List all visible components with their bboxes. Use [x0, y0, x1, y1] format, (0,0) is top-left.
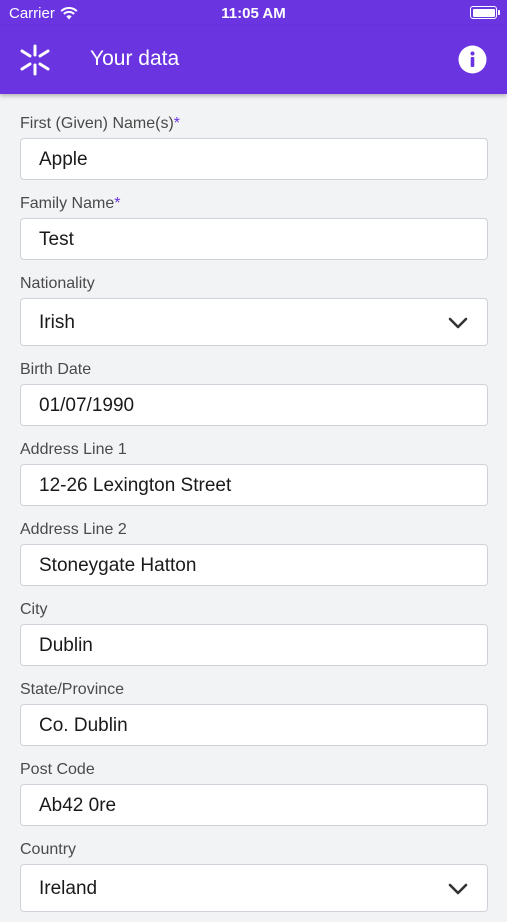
post-code-value: Ab42 0re — [39, 795, 117, 816]
address-line-2-label: Address Line 2 — [20, 521, 127, 538]
address-line-1-field[interactable]: 12-26 Lexington Street — [20, 464, 488, 506]
status-bar: Carrier 11:05 AM — [0, 0, 507, 26]
address-line-2-field[interactable]: Stoneygate Hatton — [20, 544, 488, 586]
required-marker: * — [173, 115, 181, 132]
post-code-field[interactable]: Ab42 0re — [20, 784, 488, 826]
nationality-select[interactable]: Irish — [20, 298, 488, 346]
nationality-value: Irish — [39, 312, 75, 333]
city-label: City — [20, 601, 48, 618]
state-province-field[interactable]: Co. Dublin — [20, 704, 488, 746]
city-value: Dublin — [39, 635, 93, 656]
info-icon[interactable] — [458, 45, 487, 74]
personal-data-form: First (Given) Name(s)* Apple Family Name… — [20, 110, 488, 922]
app-logo-icon — [20, 44, 50, 76]
required-marker: * — [114, 195, 121, 212]
family-name-label: Family Name* — [20, 195, 121, 212]
address-line-1-value: 12-26 Lexington Street — [39, 475, 232, 496]
battery-icon — [470, 6, 500, 19]
status-time: 11:05 AM — [221, 5, 286, 22]
first-name-label: First (Given) Name(s)* — [20, 115, 181, 132]
chevron-down-icon — [448, 883, 468, 895]
page-title: Your data — [90, 47, 180, 70]
family-name-field[interactable]: Test — [20, 218, 488, 260]
country-label: Country — [20, 841, 77, 858]
address-line-1-label: Address Line 1 — [20, 441, 127, 458]
address-line-2-value: Stoneygate Hatton — [39, 555, 197, 576]
app-bar: Your data — [0, 26, 507, 94]
birth-date-label: Birth Date — [20, 361, 92, 378]
birth-date-value: 01/07/1990 — [39, 395, 135, 416]
first-name-value: Apple — [39, 149, 88, 170]
country-select[interactable]: Ireland — [20, 864, 488, 912]
state-province-label: State/Province — [20, 681, 125, 698]
chevron-down-icon — [448, 317, 468, 329]
city-field[interactable]: Dublin — [20, 624, 488, 666]
country-value: Ireland — [39, 878, 98, 899]
first-name-field[interactable]: Apple — [20, 138, 488, 180]
post-code-label: Post Code — [20, 761, 95, 778]
family-name-value: Test — [39, 229, 74, 250]
birth-date-field[interactable]: 01/07/1990 — [20, 384, 488, 426]
state-province-value: Co. Dublin — [39, 715, 128, 736]
nationality-label: Nationality — [20, 275, 95, 292]
